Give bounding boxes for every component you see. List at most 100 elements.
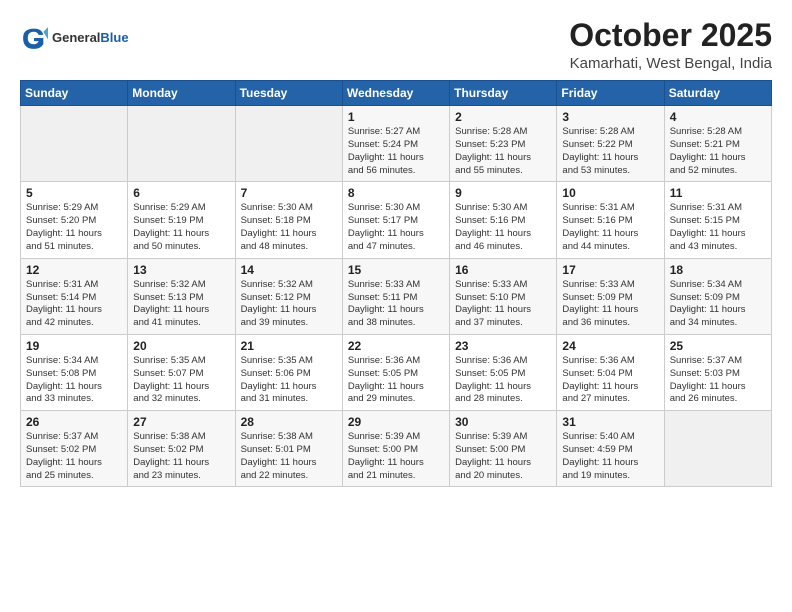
day-number: 2 (455, 110, 551, 124)
calendar-cell: 18 Sunrise: 5:34 AM Sunset: 5:09 PM Dayli… (664, 258, 771, 334)
day-number: 21 (241, 339, 337, 353)
calendar-header-row: Sunday Monday Tuesday Wednesday Thursday… (21, 81, 772, 106)
calendar-cell: 27Sunrise: 5:38 AM Sunset: 5:02 PM Dayli… (128, 411, 235, 487)
calendar-cell (664, 411, 771, 487)
day-number: 15 (348, 263, 444, 277)
calendar-cell: 17Sunrise: 5:33 AM Sunset: 5:09 PM Dayli… (557, 258, 664, 334)
day-number: 7 (241, 186, 337, 200)
header: GeneralBlue October 2025 Kamarhati, West… (20, 18, 772, 72)
calendar-cell: 25 Sunrise: 5:37 AM Sunset: 5:03 PM Dayli… (664, 334, 771, 410)
logo-icon (20, 24, 48, 52)
day-detail: Sunrise: 5:35 AM Sunset: 5:07 PM Dayligh… (133, 355, 229, 406)
calendar-cell: 22 Sunrise: 5:36 AM Sunset: 5:05 PM Dayli… (342, 334, 449, 410)
calendar-cell: 23 Sunrise: 5:36 AM Sunset: 5:05 PM Dayli… (450, 334, 557, 410)
day-number: 31 (562, 415, 658, 429)
day-number: 18 (670, 263, 766, 277)
title-block: October 2025 Kamarhati, West Bengal, Ind… (569, 18, 772, 72)
calendar-cell: 10 Sunrise: 5:31 AM Sunset: 5:16 PM Dayli… (557, 182, 664, 258)
day-number: 4 (670, 110, 766, 124)
day-detail: Sunrise: 5:40 AM Sunset: 4:59 PM Dayligh… (562, 431, 658, 482)
col-monday: Monday (128, 81, 235, 106)
day-number: 24 (562, 339, 658, 353)
day-number: 20 (133, 339, 229, 353)
day-number: 12 (26, 263, 122, 277)
day-detail: Sunrise: 5:30 AM Sunset: 5:16 PM Dayligh… (455, 202, 551, 253)
day-detail: Sunrise: 5:31 AM Sunset: 5:14 PM Dayligh… (26, 279, 122, 330)
calendar-cell: 8 Sunrise: 5:30 AM Sunset: 5:17 PM Daylig… (342, 182, 449, 258)
day-detail: Sunrise: 5:29 AM Sunset: 5:20 PM Dayligh… (26, 202, 122, 253)
day-number: 23 (455, 339, 551, 353)
calendar-cell: 6 Sunrise: 5:29 AM Sunset: 5:19 PM Daylig… (128, 182, 235, 258)
page: GeneralBlue October 2025 Kamarhati, West… (0, 0, 792, 497)
day-detail: Sunrise: 5:37 AM Sunset: 5:03 PM Dayligh… (670, 355, 766, 406)
day-detail: Sunrise: 5:36 AM Sunset: 5:05 PM Dayligh… (348, 355, 444, 406)
calendar-cell: 20 Sunrise: 5:35 AM Sunset: 5:07 PM Dayli… (128, 334, 235, 410)
calendar-cell: 21 Sunrise: 5:35 AM Sunset: 5:06 PM Dayli… (235, 334, 342, 410)
day-detail: Sunrise: 5:29 AM Sunset: 5:19 PM Dayligh… (133, 202, 229, 253)
day-number: 5 (26, 186, 122, 200)
calendar-cell: 28Sunrise: 5:38 AM Sunset: 5:01 PM Dayli… (235, 411, 342, 487)
calendar-cell: 13 Sunrise: 5:32 AM Sunset: 5:13 PM Dayli… (128, 258, 235, 334)
calendar-cell: 31 Sunrise: 5:40 AM Sunset: 4:59 PM Dayli… (557, 411, 664, 487)
calendar-cell: 11Sunrise: 5:31 AM Sunset: 5:15 PM Dayli… (664, 182, 771, 258)
calendar-table: Sunday Monday Tuesday Wednesday Thursday… (20, 80, 772, 487)
logo: GeneralBlue (20, 24, 129, 52)
calendar-cell: 5 Sunrise: 5:29 AM Sunset: 5:20 PM Daylig… (21, 182, 128, 258)
day-number: 13 (133, 263, 229, 277)
calendar-cell: 1Sunrise: 5:27 AM Sunset: 5:24 PM Daylig… (342, 106, 449, 182)
calendar-cell: 19 Sunrise: 5:34 AM Sunset: 5:08 PM Dayli… (21, 334, 128, 410)
day-detail: Sunrise: 5:36 AM Sunset: 5:04 PM Dayligh… (562, 355, 658, 406)
calendar-cell: 15 Sunrise: 5:33 AM Sunset: 5:11 PM Dayli… (342, 258, 449, 334)
col-sunday: Sunday (21, 81, 128, 106)
calendar-cell (128, 106, 235, 182)
day-detail: Sunrise: 5:31 AM Sunset: 5:16 PM Dayligh… (562, 202, 658, 253)
col-tuesday: Tuesday (235, 81, 342, 106)
day-number: 29 (348, 415, 444, 429)
week-row-5: 26 Sunrise: 5:37 AM Sunset: 5:02 PM Dayli… (21, 411, 772, 487)
day-number: 25 (670, 339, 766, 353)
day-detail: Sunrise: 5:33 AM Sunset: 5:09 PM Dayligh… (562, 279, 658, 330)
calendar-cell: 14 Sunrise: 5:32 AM Sunset: 5:12 PM Dayli… (235, 258, 342, 334)
calendar-cell: 26 Sunrise: 5:37 AM Sunset: 5:02 PM Dayli… (21, 411, 128, 487)
day-number: 8 (348, 186, 444, 200)
location: Kamarhati, West Bengal, India (569, 55, 772, 72)
day-detail: Sunrise: 5:36 AM Sunset: 5:05 PM Dayligh… (455, 355, 551, 406)
day-detail: Sunrise: 5:32 AM Sunset: 5:13 PM Dayligh… (133, 279, 229, 330)
day-number: 11 (670, 186, 766, 200)
week-row-2: 5 Sunrise: 5:29 AM Sunset: 5:20 PM Daylig… (21, 182, 772, 258)
day-number: 19 (26, 339, 122, 353)
col-wednesday: Wednesday (342, 81, 449, 106)
logo-text: GeneralBlue (52, 31, 129, 45)
day-number: 22 (348, 339, 444, 353)
day-detail: Sunrise: 5:35 AM Sunset: 5:06 PM Dayligh… (241, 355, 337, 406)
calendar-cell: 12 Sunrise: 5:31 AM Sunset: 5:14 PM Dayli… (21, 258, 128, 334)
day-detail: Sunrise: 5:30 AM Sunset: 5:17 PM Dayligh… (348, 202, 444, 253)
day-detail: Sunrise: 5:37 AM Sunset: 5:02 PM Dayligh… (26, 431, 122, 482)
day-detail: Sunrise: 5:33 AM Sunset: 5:11 PM Dayligh… (348, 279, 444, 330)
day-number: 10 (562, 186, 658, 200)
week-row-1: 1Sunrise: 5:27 AM Sunset: 5:24 PM Daylig… (21, 106, 772, 182)
day-number: 30 (455, 415, 551, 429)
calendar-cell: 29 Sunrise: 5:39 AM Sunset: 5:00 PM Dayli… (342, 411, 449, 487)
day-detail: Sunrise: 5:34 AM Sunset: 5:09 PM Dayligh… (670, 279, 766, 330)
day-number: 14 (241, 263, 337, 277)
day-number: 3 (562, 110, 658, 124)
calendar-cell: 30Sunrise: 5:39 AM Sunset: 5:00 PM Dayli… (450, 411, 557, 487)
day-number: 28 (241, 415, 337, 429)
col-saturday: Saturday (664, 81, 771, 106)
day-number: 9 (455, 186, 551, 200)
day-number: 6 (133, 186, 229, 200)
week-row-4: 19 Sunrise: 5:34 AM Sunset: 5:08 PM Dayli… (21, 334, 772, 410)
col-thursday: Thursday (450, 81, 557, 106)
day-number: 26 (26, 415, 122, 429)
week-row-3: 12 Sunrise: 5:31 AM Sunset: 5:14 PM Dayli… (21, 258, 772, 334)
day-detail: Sunrise: 5:33 AM Sunset: 5:10 PM Dayligh… (455, 279, 551, 330)
calendar-cell (21, 106, 128, 182)
calendar-cell: 24 Sunrise: 5:36 AM Sunset: 5:04 PM Dayli… (557, 334, 664, 410)
col-friday: Friday (557, 81, 664, 106)
day-detail: Sunrise: 5:32 AM Sunset: 5:12 PM Dayligh… (241, 279, 337, 330)
day-number: 27 (133, 415, 229, 429)
month-title: October 2025 (569, 18, 772, 53)
day-detail: Sunrise: 5:39 AM Sunset: 5:00 PM Dayligh… (348, 431, 444, 482)
day-detail: Sunrise: 5:34 AM Sunset: 5:08 PM Dayligh… (26, 355, 122, 406)
